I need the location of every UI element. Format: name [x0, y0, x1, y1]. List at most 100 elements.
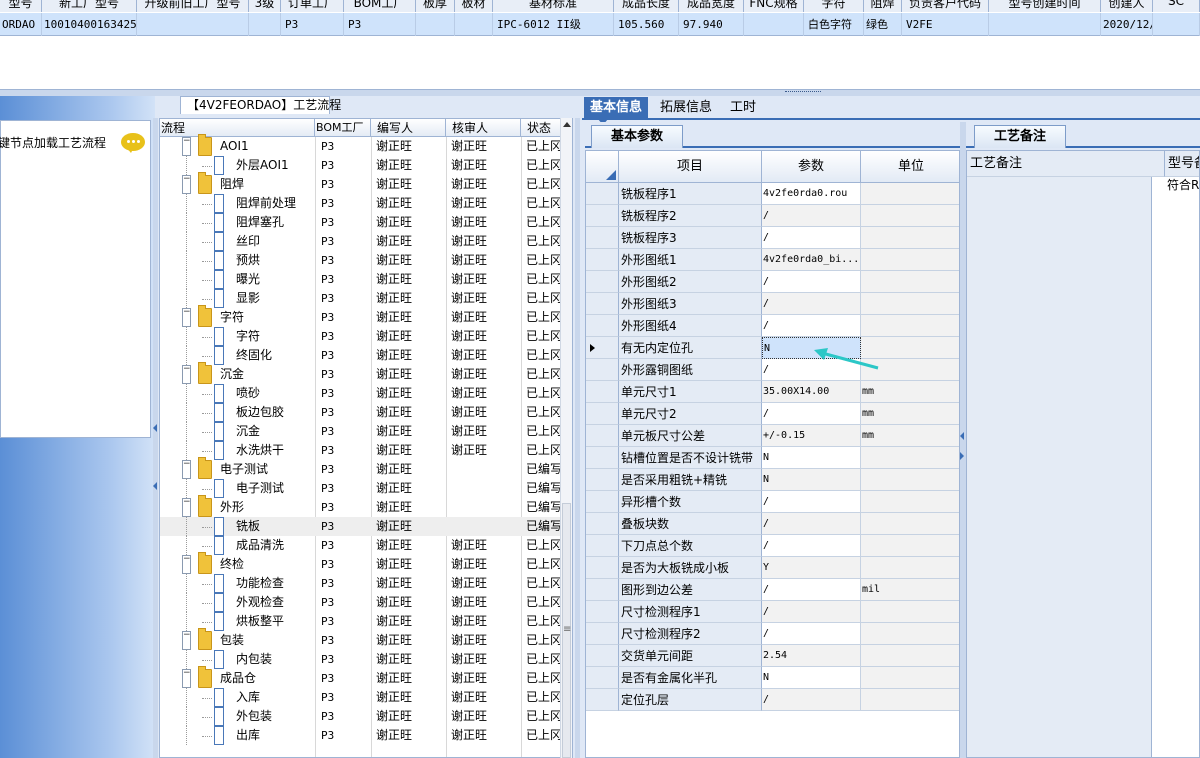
- tree-row[interactable]: − AOI1 P3 谢正旺 谢正旺 已上冈: [160, 134, 560, 156]
- tree-row[interactable]: 板边包胶 P3 谢正旺 谢正旺 已上冈: [160, 403, 560, 422]
- param-unit[interactable]: [861, 601, 959, 623]
- param-unit[interactable]: [861, 667, 959, 689]
- col-header[interactable]: 订单工厂: [281, 0, 344, 12]
- tab-extended-info[interactable]: 拓展信息: [654, 97, 718, 119]
- param-unit[interactable]: [861, 623, 959, 645]
- param-unit[interactable]: [861, 227, 959, 249]
- param-row[interactable]: 外形图纸1 4v2fe0rda0_bi...: [586, 249, 959, 271]
- param-row[interactable]: 外形图纸4/: [586, 315, 959, 337]
- node-label[interactable]: 外观检查: [236, 593, 315, 612]
- param-value[interactable]: /: [762, 623, 861, 645]
- node-label[interactable]: 板边包胶: [236, 403, 315, 422]
- row-header[interactable]: [586, 689, 619, 711]
- row-header[interactable]: [586, 557, 619, 579]
- param-unit[interactable]: [861, 315, 959, 337]
- tree-row[interactable]: 沉金 P3 谢正旺 谢正旺 已上冈: [160, 422, 560, 441]
- table-cell[interactable]: [137, 13, 249, 36]
- row-header[interactable]: [586, 645, 619, 667]
- param-value[interactable]: /: [762, 315, 861, 337]
- param-value[interactable]: 2.54: [762, 645, 861, 667]
- collapse-toggle-icon[interactable]: −: [182, 498, 191, 517]
- tree-row[interactable]: 出库 P3 谢正旺 谢正旺 已上冈: [160, 726, 560, 745]
- row-header[interactable]: [586, 447, 619, 469]
- middle-splitter[interactable]: [575, 118, 580, 758]
- node-label[interactable]: 电子测试: [236, 479, 315, 498]
- tree-row[interactable]: 曝光 P3 谢正旺 谢正旺 已上冈: [160, 270, 560, 289]
- param-row[interactable]: 尺寸检测程序1/: [586, 601, 959, 623]
- row-header[interactable]: [586, 425, 619, 447]
- row-header[interactable]: [586, 579, 619, 601]
- row-header[interactable]: [586, 205, 619, 227]
- table-cell[interactable]: P3: [344, 13, 416, 36]
- node-label[interactable]: 水洗烘干: [236, 441, 315, 460]
- row-header[interactable]: [586, 293, 619, 315]
- param-row[interactable]: 外形露铜图纸 /: [586, 359, 959, 381]
- param-value[interactable]: 4v2fe0rda0_bi...: [762, 249, 861, 271]
- col-header[interactable]: 创建人: [1101, 0, 1153, 12]
- param-value[interactable]: /: [762, 205, 861, 227]
- col-header-flow[interactable]: 流程: [160, 119, 315, 137]
- node-label[interactable]: 入库: [236, 688, 315, 707]
- table-cell[interactable]: V2FE: [902, 13, 989, 36]
- node-label[interactable]: 曝光: [236, 270, 315, 289]
- tree-row[interactable]: 外观检查 P3 谢正旺 谢正旺 已上冈: [160, 593, 560, 612]
- param-value[interactable]: /: [762, 601, 861, 623]
- param-row[interactable]: 铣板程序3/: [586, 227, 959, 249]
- node-label[interactable]: 外层AOI1: [236, 156, 315, 175]
- tree-row[interactable]: − 终检 P3 谢正旺 谢正旺 已上冈: [160, 552, 560, 574]
- splitter-grip-icon[interactable]: [785, 91, 821, 94]
- param-row[interactable]: 单元尺寸2/mm: [586, 403, 959, 425]
- tree-row[interactable]: 入库 P3 谢正旺 谢正旺 已上冈: [160, 688, 560, 707]
- left-splitter[interactable]: [153, 118, 158, 758]
- param-value[interactable]: /: [762, 227, 861, 249]
- model-remark-cell[interactable]: 符合RoHS: [1165, 177, 1199, 194]
- node-label[interactable]: 出库: [236, 726, 315, 745]
- collapse-toggle-icon[interactable]: −: [182, 175, 191, 194]
- param-unit[interactable]: [861, 447, 959, 469]
- table-cell[interactable]: 105.560: [614, 13, 679, 36]
- tree-row[interactable]: 阻焊塞孔 P3 谢正旺 谢正旺 已上冈: [160, 213, 560, 232]
- param-row[interactable]: 尺寸检测程序2/: [586, 623, 959, 645]
- param-value[interactable]: /: [762, 535, 861, 557]
- tree-row[interactable]: − 包装 P3 谢正旺 谢正旺 已上冈: [160, 628, 560, 650]
- node-label[interactable]: 电子测试: [220, 460, 315, 479]
- param-value[interactable]: 4v2fe0rda0.rou: [762, 183, 861, 205]
- scroll-thumb[interactable]: [562, 503, 571, 758]
- collapse-toggle-icon[interactable]: −: [182, 137, 191, 156]
- col-header-bom[interactable]: BOM工厂: [315, 119, 371, 137]
- row-header[interactable]: [586, 469, 619, 491]
- row-header[interactable]: [586, 491, 619, 513]
- node-label[interactable]: 内包装: [236, 650, 315, 669]
- param-unit[interactable]: [861, 645, 959, 667]
- collapse-toggle-icon[interactable]: −: [182, 365, 191, 384]
- col-header-item[interactable]: 项目: [619, 151, 762, 183]
- node-label[interactable]: 字符: [220, 308, 315, 327]
- tree-row[interactable]: 功能检查 P3 谢正旺 谢正旺 已上冈: [160, 574, 560, 593]
- node-label[interactable]: 功能检查: [236, 574, 315, 593]
- param-unit[interactable]: mm: [861, 425, 959, 447]
- param-unit[interactable]: [861, 689, 959, 711]
- tree-row[interactable]: − 电子测试 P3 谢正旺 已编写: [160, 457, 560, 479]
- tree-row[interactable]: − 沉金 P3 谢正旺 谢正旺 已上冈: [160, 362, 560, 384]
- param-row[interactable]: 是否为大板铣成小板 Y: [586, 557, 959, 579]
- row-header[interactable]: [586, 249, 619, 271]
- row-header[interactable]: [586, 601, 619, 623]
- tree-row[interactable]: 阻焊前处理 P3 谢正旺 谢正旺 已上冈: [160, 194, 560, 213]
- param-unit[interactable]: [861, 491, 959, 513]
- param-value[interactable]: N: [762, 667, 861, 689]
- tree-row[interactable]: 成品清洗 P3 谢正旺 谢正旺 已上冈: [160, 536, 560, 555]
- param-value[interactable]: /: [762, 403, 861, 425]
- tree-row[interactable]: − 成品仓 P3 谢正旺 谢正旺 已上冈: [160, 666, 560, 688]
- node-label[interactable]: 外形: [220, 498, 315, 517]
- row-header[interactable]: [586, 271, 619, 293]
- col-header-process-remarks[interactable]: 工艺备注: [967, 151, 1165, 177]
- table-cell[interactable]: 绿色: [864, 13, 902, 36]
- param-unit[interactable]: mil: [861, 579, 959, 601]
- node-label[interactable]: 阻焊塞孔: [236, 213, 315, 232]
- table-cell[interactable]: [1153, 13, 1200, 36]
- row-header[interactable]: [586, 513, 619, 535]
- collapse-toggle-icon[interactable]: −: [182, 669, 191, 688]
- param-unit[interactable]: [861, 205, 959, 227]
- param-row[interactable]: 铣板程序2/: [586, 205, 959, 227]
- param-row[interactable]: 外形图纸3/: [586, 293, 959, 315]
